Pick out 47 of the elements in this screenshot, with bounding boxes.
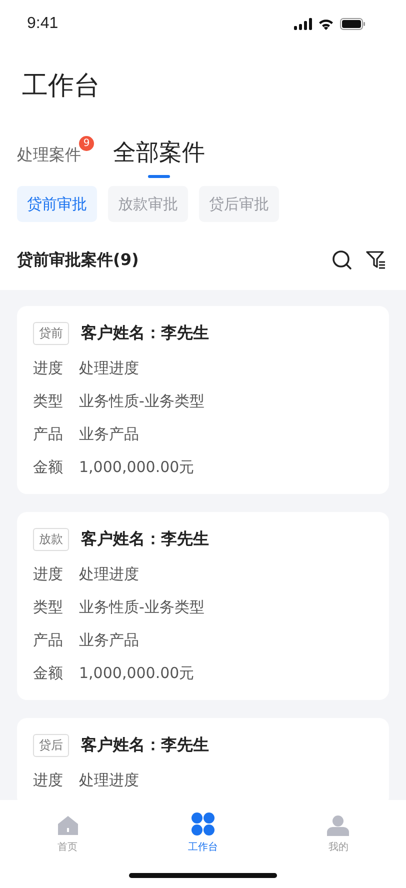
case-card[interactable]: 放款 客户姓名：李先生 进度 处理进度 类型 业务性质-业务类型 产品 业务产品 金额 1,000,000.00元 — [17, 512, 389, 700]
filter-chip[interactable]: 贷前审批 — [17, 186, 97, 222]
field-value: 处理进度 — [79, 771, 139, 790]
search-icon[interactable] — [332, 250, 352, 270]
filter-chip[interactable]: 放款审批 — [108, 186, 188, 222]
case-tag: 放款 — [33, 528, 69, 550]
battery-icon — [340, 18, 366, 30]
customer-name: 客户姓名：李先生 — [81, 528, 209, 550]
grid-icon — [190, 812, 215, 836]
customer-name: 客户姓名：李先生 — [81, 734, 209, 756]
field-value: 1,000,000.00元 — [79, 664, 194, 683]
tab-bar-item[interactable]: 首页 — [0, 800, 136, 854]
field-label: 产品 — [33, 631, 63, 650]
field-value: 业务产品 — [79, 631, 139, 650]
home-icon — [56, 815, 79, 836]
section-title: 贷前审批案件(9) — [17, 250, 139, 270]
tab[interactable]: 处理案件 — [17, 145, 81, 182]
case-tag: 贷后 — [33, 734, 69, 756]
customer-name: 客户姓名：李先生 — [81, 322, 209, 344]
field-label: 进度 — [33, 565, 63, 584]
field-label: 金额 — [33, 664, 63, 683]
field-value: 1,000,000.00元 — [79, 458, 194, 477]
field-label: 类型 — [33, 598, 63, 617]
field-label: 产品 — [33, 425, 63, 444]
field-value: 业务性质-业务类型 — [79, 392, 204, 411]
filter-chip[interactable]: 贷后审批 — [199, 186, 279, 222]
count-badge: 9 — [79, 136, 94, 151]
field-label: 进度 — [33, 359, 63, 378]
page-title: 工作台 — [21, 70, 101, 103]
tab[interactable]: 全部案件 — [113, 137, 205, 182]
field-label: 进度 — [33, 771, 63, 790]
tab-bar-item[interactable]: 工作台 — [135, 800, 271, 854]
person-icon — [327, 815, 350, 836]
field-value: 业务产品 — [79, 425, 139, 444]
case-card[interactable]: 贷后 客户姓名：李先生 进度 处理进度 — [17, 718, 389, 800]
field-value: 业务性质-业务类型 — [79, 598, 204, 617]
wifi-icon — [318, 18, 334, 30]
case-tag: 贷前 — [33, 322, 69, 344]
case-card[interactable]: 贷前 客户姓名：李先生 进度 处理进度 类型 业务性质-业务类型 产品 业务产品 金额 1,000,000.00元 — [17, 306, 389, 494]
filter-icon[interactable] — [366, 250, 386, 270]
field-label: 类型 — [33, 392, 63, 411]
signal-icon — [294, 18, 312, 30]
tab-bar-item[interactable]: 我的 — [270, 800, 406, 854]
status-time: 9:41 — [27, 15, 58, 33]
field-value: 处理进度 — [79, 359, 139, 378]
field-value: 处理进度 — [79, 565, 139, 584]
field-label: 金额 — [33, 458, 63, 477]
